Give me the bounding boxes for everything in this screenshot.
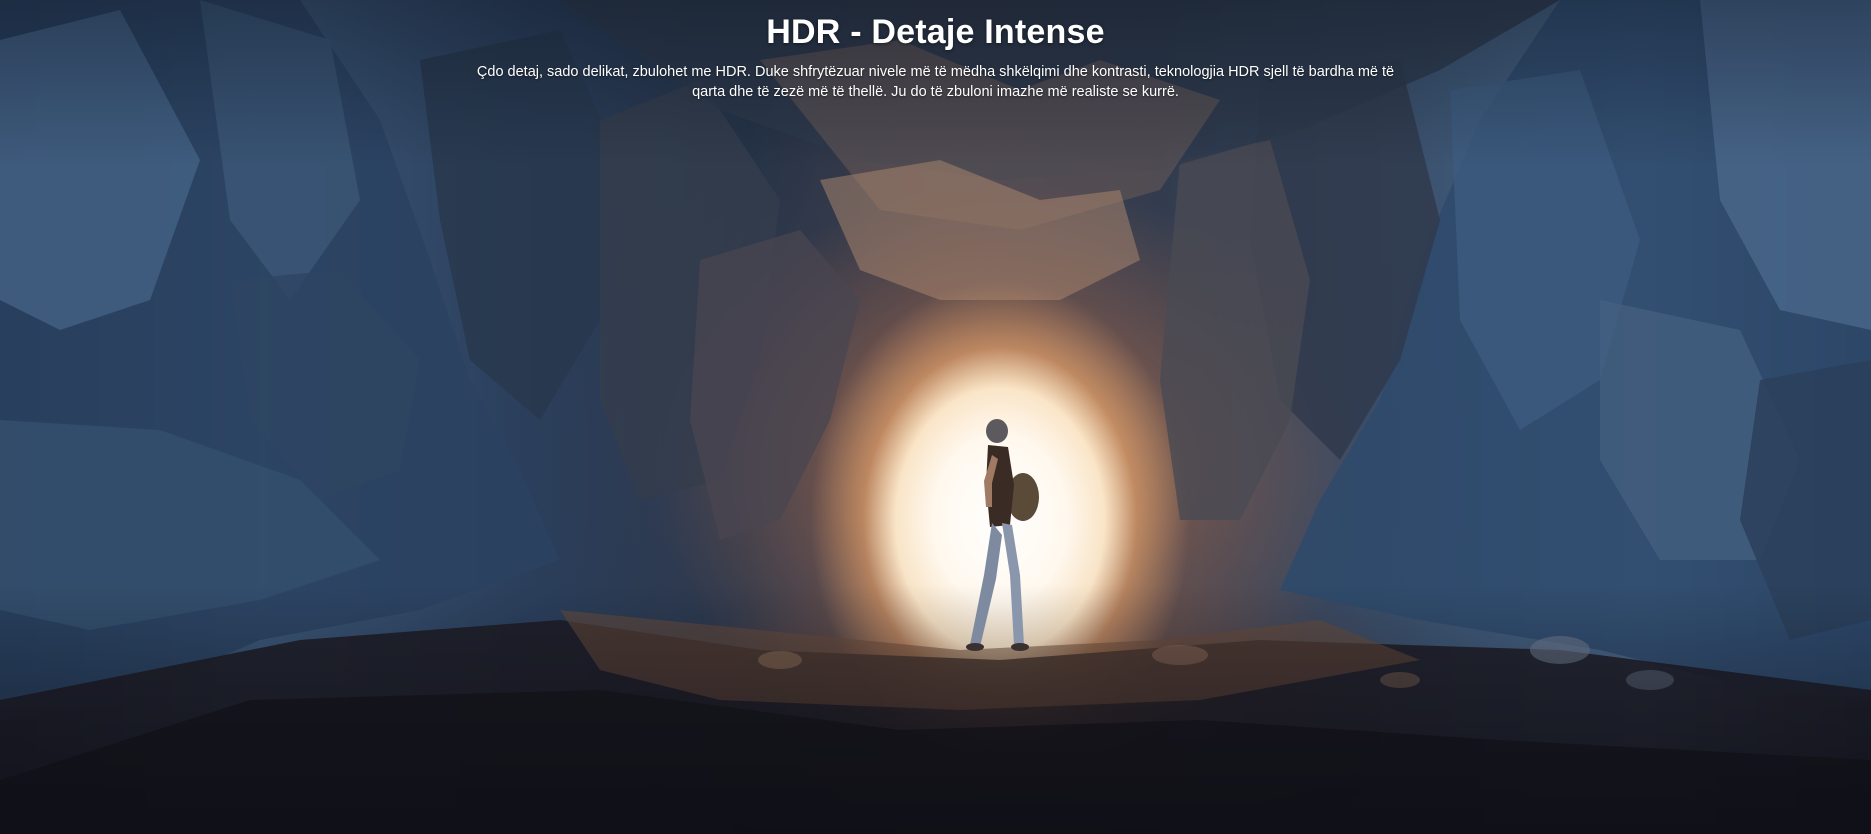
cave-rock-background bbox=[0, 0, 1871, 834]
hero-title: HDR - Detaje Intense bbox=[766, 13, 1105, 51]
hero-text-block: HDR - Detaje Intense Çdo detaj, sado del… bbox=[0, 0, 1871, 102]
hiker-silhouette bbox=[966, 419, 1039, 651]
hero-description: Çdo detaj, sado delikat, zbulohet me HDR… bbox=[476, 64, 1395, 100]
hero-banner: HDR - Detaje Intense Çdo detaj, sado del… bbox=[0, 0, 1871, 834]
